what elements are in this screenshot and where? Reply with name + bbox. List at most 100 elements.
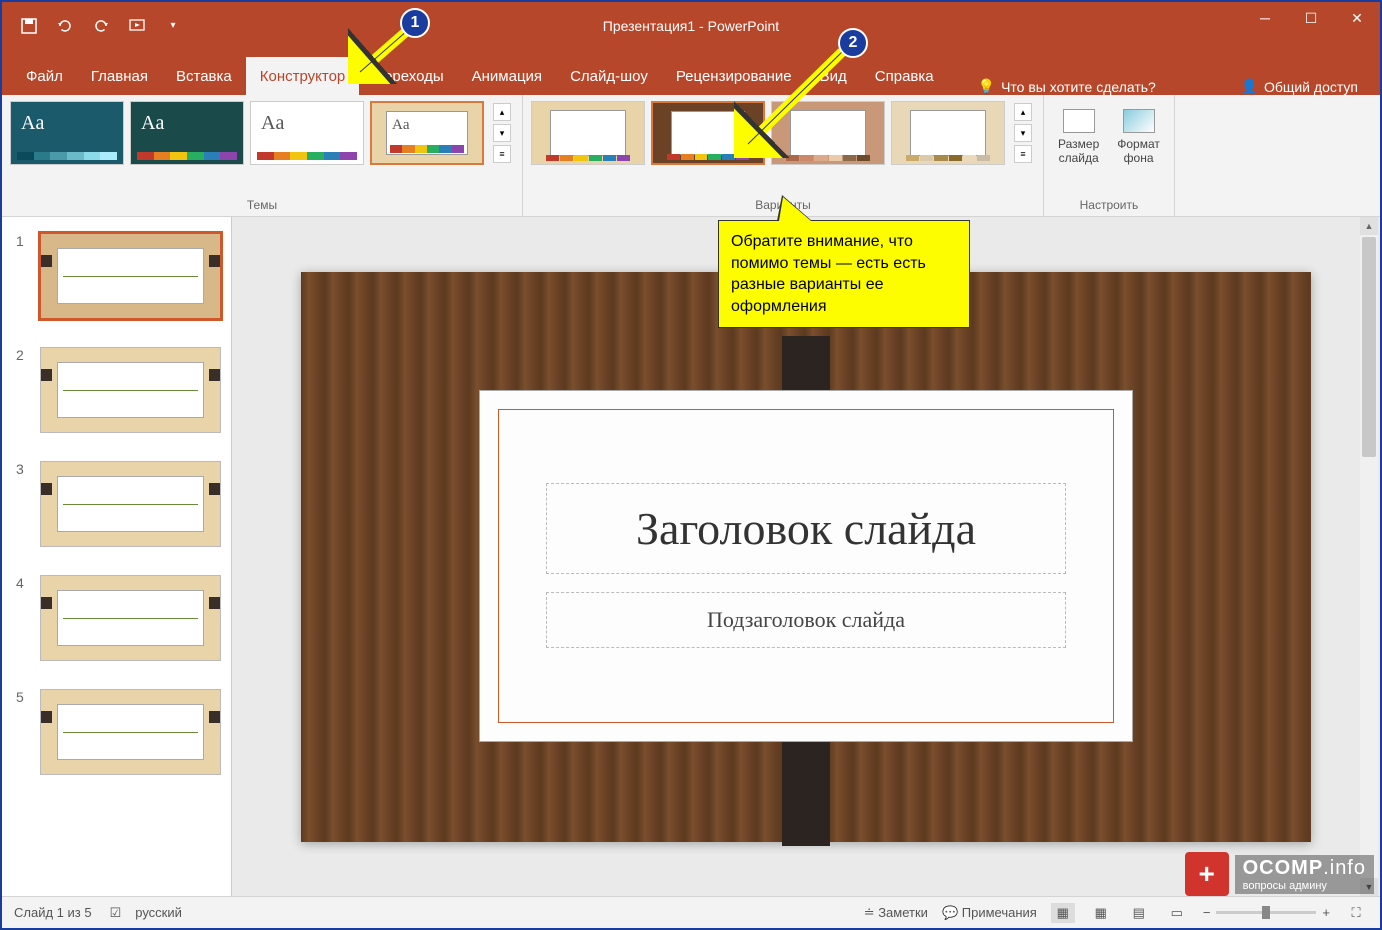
slide-size-button[interactable]: Размер слайда [1052, 105, 1105, 170]
zoom-in-icon[interactable]: + [1322, 905, 1330, 920]
quick-access-toolbar: ▾ [2, 15, 200, 37]
redo-button[interactable] [90, 15, 112, 37]
annotation-arrow-2 [734, 48, 854, 158]
save-button[interactable] [18, 15, 40, 37]
zoom-out-icon[interactable]: − [1203, 905, 1211, 920]
slide-thumbnail-5[interactable] [40, 689, 221, 775]
title-placeholder[interactable]: Заголовок слайда [546, 483, 1067, 574]
variants-scroll-down[interactable]: ▾ [1014, 124, 1032, 142]
slide-size-label: Размер слайда [1058, 137, 1099, 166]
watermark: + OCOMP.info вопросы админу [1185, 852, 1374, 896]
zoom-slider[interactable] [1216, 911, 1316, 914]
variant-thumb-4[interactable] [891, 101, 1005, 165]
themes-scroll-down[interactable]: ▾ [493, 124, 511, 142]
slide-item[interactable]: 2 [2, 343, 231, 457]
slide-thumbnail-2[interactable] [40, 347, 221, 433]
normal-view-button[interactable]: ▦ [1051, 903, 1075, 923]
variant-thumb-1[interactable] [531, 101, 645, 165]
zoom-control[interactable]: − + [1203, 905, 1330, 920]
notes-button[interactable]: ≐ Заметки [864, 905, 928, 921]
slide-card: Заголовок слайда Подзаголовок слайда [479, 390, 1133, 742]
share-button[interactable]: 👤 Общий доступ [1241, 78, 1359, 95]
slide-item[interactable]: 4 [2, 571, 231, 685]
share-label: Общий доступ [1264, 79, 1358, 95]
tab-home[interactable]: Главная [77, 57, 162, 95]
window-title: Презентация1 - PowerPoint [603, 18, 779, 34]
clip-top [782, 336, 830, 394]
vertical-scrollbar[interactable]: ▲ ▼ [1360, 217, 1378, 896]
slide-canvas[interactable]: Заголовок слайда Подзаголовок слайда [301, 272, 1311, 842]
sorter-view-button[interactable]: ▦ [1089, 903, 1113, 923]
watermark-sub: вопросы админу [1243, 880, 1366, 892]
themes-group-label: Темы [247, 198, 277, 212]
fit-to-window-button[interactable]: ⛶ [1344, 903, 1368, 923]
watermark-brand: OCOMP [1243, 857, 1324, 879]
start-slideshow-button[interactable] [126, 15, 148, 37]
tab-slideshow[interactable]: Слайд-шоу [556, 57, 662, 95]
theme-thumb-2[interactable]: Aa [130, 101, 244, 165]
spell-check-icon[interactable]: ☑ [110, 905, 122, 921]
slide-item[interactable]: 1 [2, 229, 231, 343]
format-bg-icon [1123, 109, 1155, 133]
slide-number: 4 [16, 575, 30, 591]
slide-size-icon [1063, 109, 1095, 133]
language-label[interactable]: русский [135, 905, 182, 920]
annotation-badge-1: 1 [400, 8, 430, 38]
theme-thumb-4[interactable]: Aa [370, 101, 484, 165]
workspace: 1 2 3 4 5 [2, 217, 1380, 896]
tell-me-search[interactable]: 💡 Что вы хотите сделать? [968, 78, 1166, 95]
themes-scroll-up[interactable]: ▴ [493, 103, 511, 121]
window-controls: ─ ☐ ✕ [1242, 2, 1380, 34]
slide-item[interactable]: 3 [2, 457, 231, 571]
undo-button[interactable] [54, 15, 76, 37]
qat-customize-icon[interactable]: ▾ [162, 15, 184, 37]
slide-number: 5 [16, 689, 30, 705]
ribbon-tabs: Файл Главная Вставка Конструктор Переход… [2, 49, 1380, 95]
slide-thumbnail-1[interactable] [40, 233, 221, 319]
slide-thumbnail-3[interactable] [40, 461, 221, 547]
customize-group-label: Настроить [1080, 198, 1139, 212]
close-button[interactable]: ✕ [1334, 2, 1380, 34]
scroll-up-icon[interactable]: ▲ [1360, 217, 1378, 235]
clip-bottom [782, 742, 830, 846]
tab-file[interactable]: Файл [12, 57, 77, 95]
tab-animations[interactable]: Анимация [458, 57, 556, 95]
title-bar: ▾ Презентация1 - PowerPoint ─ ☐ ✕ [2, 2, 1380, 49]
status-bar: Слайд 1 из 5 ☑ русский ≐ Заметки 💬 Приме… [2, 896, 1380, 928]
watermark-suffix: .info [1323, 857, 1366, 879]
subtitle-placeholder[interactable]: Подзаголовок слайда [546, 592, 1067, 648]
slide-thumbnail-4[interactable] [40, 575, 221, 661]
format-background-button[interactable]: Формат фона [1111, 105, 1166, 170]
tab-insert[interactable]: Вставка [162, 57, 246, 95]
annotation-callout: Обратите внимание, что помимо темы — ест… [718, 220, 970, 328]
slide-title-text: Заголовок слайда [565, 502, 1048, 555]
format-bg-label: Формат фона [1117, 137, 1160, 166]
comments-button[interactable]: 💬 Примечания [942, 905, 1037, 921]
lightbulb-icon: 💡 [978, 78, 995, 95]
slide-number: 3 [16, 461, 30, 477]
reading-view-button[interactable]: ▤ [1127, 903, 1151, 923]
themes-expand[interactable]: ≡ [493, 145, 511, 163]
ribbon: Aa Aa Aa Aa ▴ ▾ ≡ Темы [2, 95, 1380, 217]
themes-group: Aa Aa Aa Aa ▴ ▾ ≡ Темы [2, 95, 523, 216]
scroll-thumb[interactable] [1362, 237, 1376, 457]
variants-more: ▴ ▾ ≡ [1011, 101, 1035, 165]
annotation-badge-2: 2 [838, 28, 868, 58]
slide-item[interactable]: 5 [2, 685, 231, 799]
variants-scroll-up[interactable]: ▴ [1014, 103, 1032, 121]
theme-thumb-3[interactable]: Aa [250, 101, 364, 165]
minimize-button[interactable]: ─ [1242, 2, 1288, 34]
slide-subtitle-text: Подзаголовок слайда [561, 607, 1052, 633]
watermark-icon: + [1185, 852, 1229, 896]
tab-help[interactable]: Справка [861, 57, 948, 95]
customize-group: Размер слайда Формат фона Настроить [1044, 95, 1175, 216]
slideshow-view-button[interactable]: ▭ [1165, 903, 1189, 923]
maximize-button[interactable]: ☐ [1288, 2, 1334, 34]
slide-panel[interactable]: 1 2 3 4 5 [2, 217, 232, 896]
theme-thumb-1[interactable]: Aa [10, 101, 124, 165]
variants-expand[interactable]: ≡ [1014, 145, 1032, 163]
themes-more: ▴ ▾ ≡ [490, 101, 514, 165]
slide-number: 1 [16, 233, 30, 249]
slide-number: 2 [16, 347, 30, 363]
tab-design[interactable]: Конструктор [246, 57, 360, 95]
